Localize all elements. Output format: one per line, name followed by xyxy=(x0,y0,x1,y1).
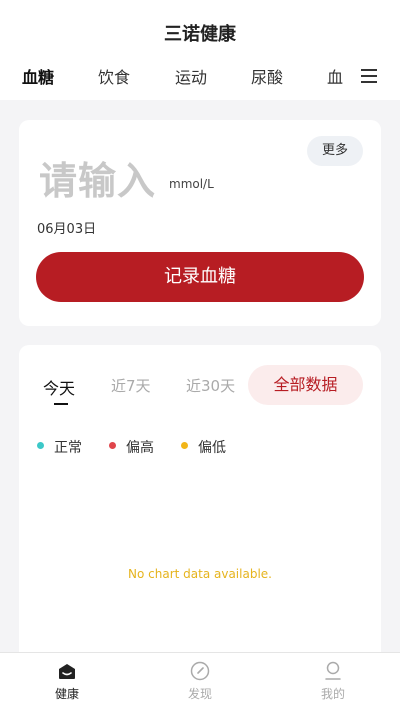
unit-label: mmol/L xyxy=(169,177,214,191)
legend-label-high: 偏高 xyxy=(126,440,154,456)
glucose-history-card: 今天 近7天 近30天 全部数据 正常 偏高 偏低 No chart data … xyxy=(19,345,381,665)
glucose-entry-card: 请输入 mmol/L 更多 06月03日 记录血糖 xyxy=(19,120,381,326)
all-data-button[interactable]: 全部数据 xyxy=(248,365,363,405)
bottom-nav: 健康 发现 我的 xyxy=(0,652,400,711)
nav-item-discover[interactable]: 发现 xyxy=(160,661,240,702)
legend-dot-high xyxy=(109,442,116,449)
nav-label-health: 健康 xyxy=(54,687,79,701)
range-tab-30-days[interactable]: 近30天 xyxy=(186,375,235,396)
record-glucose-button[interactable]: 记录血糖 xyxy=(36,252,364,302)
home-icon xyxy=(59,664,75,679)
legend-dot-normal xyxy=(37,442,44,449)
nav-item-health[interactable]: 健康 xyxy=(27,661,107,702)
category-tabs: 血糖 饮食 运动 尿酸 血 xyxy=(0,64,345,92)
user-icon xyxy=(325,661,341,680)
app-title: 三诺健康 xyxy=(164,24,236,45)
nav-label-discover: 发现 xyxy=(187,687,212,701)
nav-item-mine[interactable]: 我的 xyxy=(293,661,373,702)
tab-blood-partial[interactable]: 血 xyxy=(327,64,343,88)
more-button[interactable]: 更多 xyxy=(307,136,363,166)
tab-blood-sugar[interactable]: 血糖 xyxy=(22,64,54,88)
legend-label-low: 偏低 xyxy=(198,440,226,456)
tab-uric-acid[interactable]: 尿酸 xyxy=(251,64,283,88)
record-date[interactable]: 06月03日 xyxy=(37,218,96,237)
legend-label-normal: 正常 xyxy=(54,440,82,456)
range-tab-7-days[interactable]: 近7天 xyxy=(111,375,151,396)
tab-exercise[interactable]: 运动 xyxy=(175,64,207,88)
nav-label-mine: 我的 xyxy=(320,687,345,701)
top-bar: 三诺健康 血糖 饮食 运动 尿酸 血 xyxy=(0,0,400,100)
empty-chart-message: No chart data available. xyxy=(128,567,272,581)
tab-diet[interactable]: 饮食 xyxy=(98,64,130,88)
glucose-value-input[interactable]: 请输入 xyxy=(39,150,156,205)
range-tab-indicator xyxy=(54,403,68,405)
legend-dot-low xyxy=(181,442,188,449)
compass-icon xyxy=(190,661,210,681)
menu-icon[interactable] xyxy=(359,66,381,86)
range-tab-today[interactable]: 今天 xyxy=(43,375,75,399)
